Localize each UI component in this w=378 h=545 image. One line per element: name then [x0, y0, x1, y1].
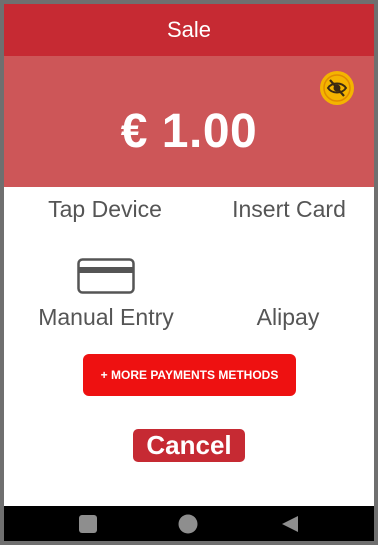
manual-entry-option[interactable]: Manual Entry — [32, 304, 180, 331]
amount-panel: € 1.00 — [4, 56, 374, 187]
tap-device-option[interactable]: Tap Device — [42, 196, 168, 223]
square-icon — [79, 515, 97, 533]
android-nav-bar — [4, 506, 374, 541]
recents-button[interactable] — [78, 514, 98, 534]
alipay-option[interactable]: Alipay — [244, 304, 332, 331]
home-button[interactable] — [178, 514, 198, 534]
amount-display: € 1.00 — [120, 105, 258, 158]
triangle-back-icon — [282, 516, 298, 532]
title-bar: Sale — [4, 4, 374, 56]
circle-icon — [178, 514, 198, 534]
eye-slash-icon — [323, 74, 351, 102]
more-payment-methods-button[interactable]: + MORE PAYMENTS METHODS — [83, 354, 296, 396]
credit-card-icon[interactable] — [77, 258, 135, 294]
payment-screen: Sale € 1.00 Tap Device Insert Card Manua… — [4, 4, 374, 541]
privacy-toggle-button[interactable] — [320, 71, 354, 105]
cancel-button[interactable]: Cancel — [133, 429, 245, 462]
back-button[interactable] — [280, 514, 300, 534]
insert-card-option[interactable]: Insert Card — [224, 196, 354, 223]
page-title: Sale — [166, 17, 212, 42]
